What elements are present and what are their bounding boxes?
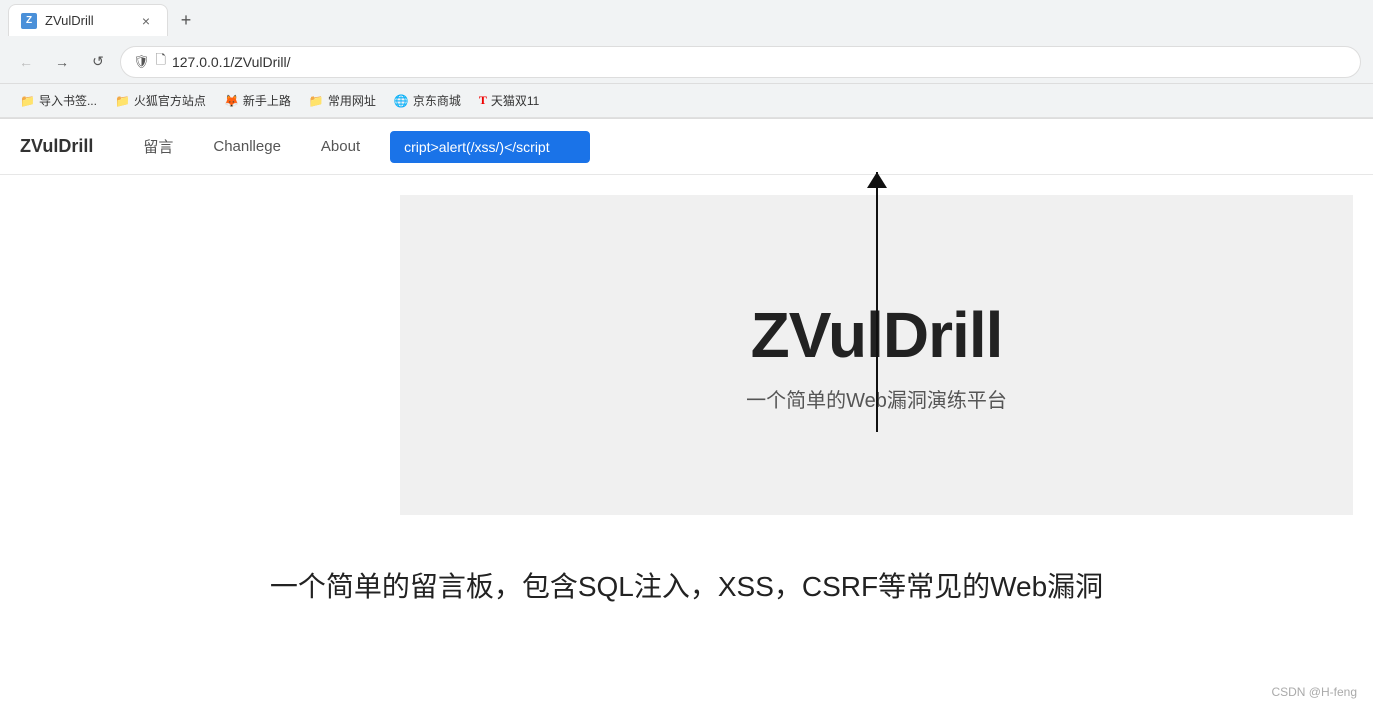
forward-button[interactable]: → [48,48,76,76]
bookmark-globe-icon: 🌐 [394,94,409,108]
main-content: 一个简单的留言板，包含SQL注入，XSS，CSRF等常见的Web漏洞 [0,535,1373,615]
bookmark-tmall-icon: T [479,93,487,108]
address-url: 127.0.0.1/ZVulDrill/ [172,54,291,70]
nav-challenge[interactable]: Chanllege [193,119,301,175]
bookmark-item-1[interactable]: 📁 导入书签... [12,88,105,113]
refresh-button[interactable]: ↺ [84,48,112,76]
site-brand[interactable]: ZVulDrill [20,136,93,157]
bookmark-firefox-icon: 🦊 [224,94,239,108]
tab-close-button[interactable]: × [137,12,155,30]
bookmark-label-1: 导入书签... [39,92,97,109]
tab-favicon: Z [21,13,37,29]
arrow-head [867,172,887,188]
shield-icon: 🛡 [133,54,150,70]
bookmark-folder-icon-2: 📁 [115,94,130,108]
arrow-line [876,172,878,432]
tab-title: ZVulDrill [45,13,94,28]
bookmark-label-3: 新手上路 [243,92,291,109]
address-bar[interactable]: 🛡 🗋 127.0.0.1/ZVulDrill/ [120,46,1361,78]
nav-liuyan[interactable]: 留言 [123,119,193,175]
new-tab-button[interactable]: + [172,6,200,34]
xss-search-input[interactable] [390,131,590,163]
bookmark-label-4: 常用网址 [328,92,376,109]
bookmark-item-6[interactable]: T 天猫双11 [471,88,547,113]
footer-credit: CSDN @H-feng [1271,685,1357,699]
bookmark-label-2: 火狐官方站点 [134,92,206,109]
site-navbar: ZVulDrill 留言 Chanllege About [0,119,1373,175]
hero-arrow [876,172,878,432]
bookmark-label-6: 天猫双11 [491,92,539,109]
bookmark-item-5[interactable]: 🌐 京东商城 [386,88,469,113]
bookmark-label-5: 京东商城 [413,92,461,109]
hero-section: ZVulDrill 一个简单的Web漏洞演练平台 [400,195,1353,515]
nav-about[interactable]: About [301,119,380,175]
file-icon: 🗋 [156,51,166,73]
bookmark-folder-icon-4: 📁 [309,94,324,108]
bookmark-item-3[interactable]: 🦊 新手上路 [216,88,299,113]
main-description: 一个简单的留言板，包含SQL注入，XSS，CSRF等常见的Web漏洞 [20,565,1353,605]
browser-tab[interactable]: Z ZVulDrill × [8,4,168,36]
hero-wrapper: ZVulDrill 一个简单的Web漏洞演练平台 [200,195,1373,515]
bookmark-item-4[interactable]: 📁 常用网址 [301,88,384,113]
tab-bar: Z ZVulDrill × + [0,0,1373,40]
bookmark-folder-icon-1: 📁 [20,94,35,108]
bookmarks-bar: 📁 导入书签... 📁 火狐官方站点 🦊 新手上路 📁 常用网址 🌐 京东商城 … [0,84,1373,118]
back-button[interactable]: ← [12,48,40,76]
site-nav-links: 留言 Chanllege About [123,119,590,175]
browser-toolbar: ← → ↺ 🛡 🗋 127.0.0.1/ZVulDrill/ [0,40,1373,84]
bookmark-item-2[interactable]: 📁 火狐官方站点 [107,88,214,113]
browser-chrome: Z ZVulDrill × + ← → ↺ 🛡 🗋 127.0.0.1/ZVul… [0,0,1373,119]
